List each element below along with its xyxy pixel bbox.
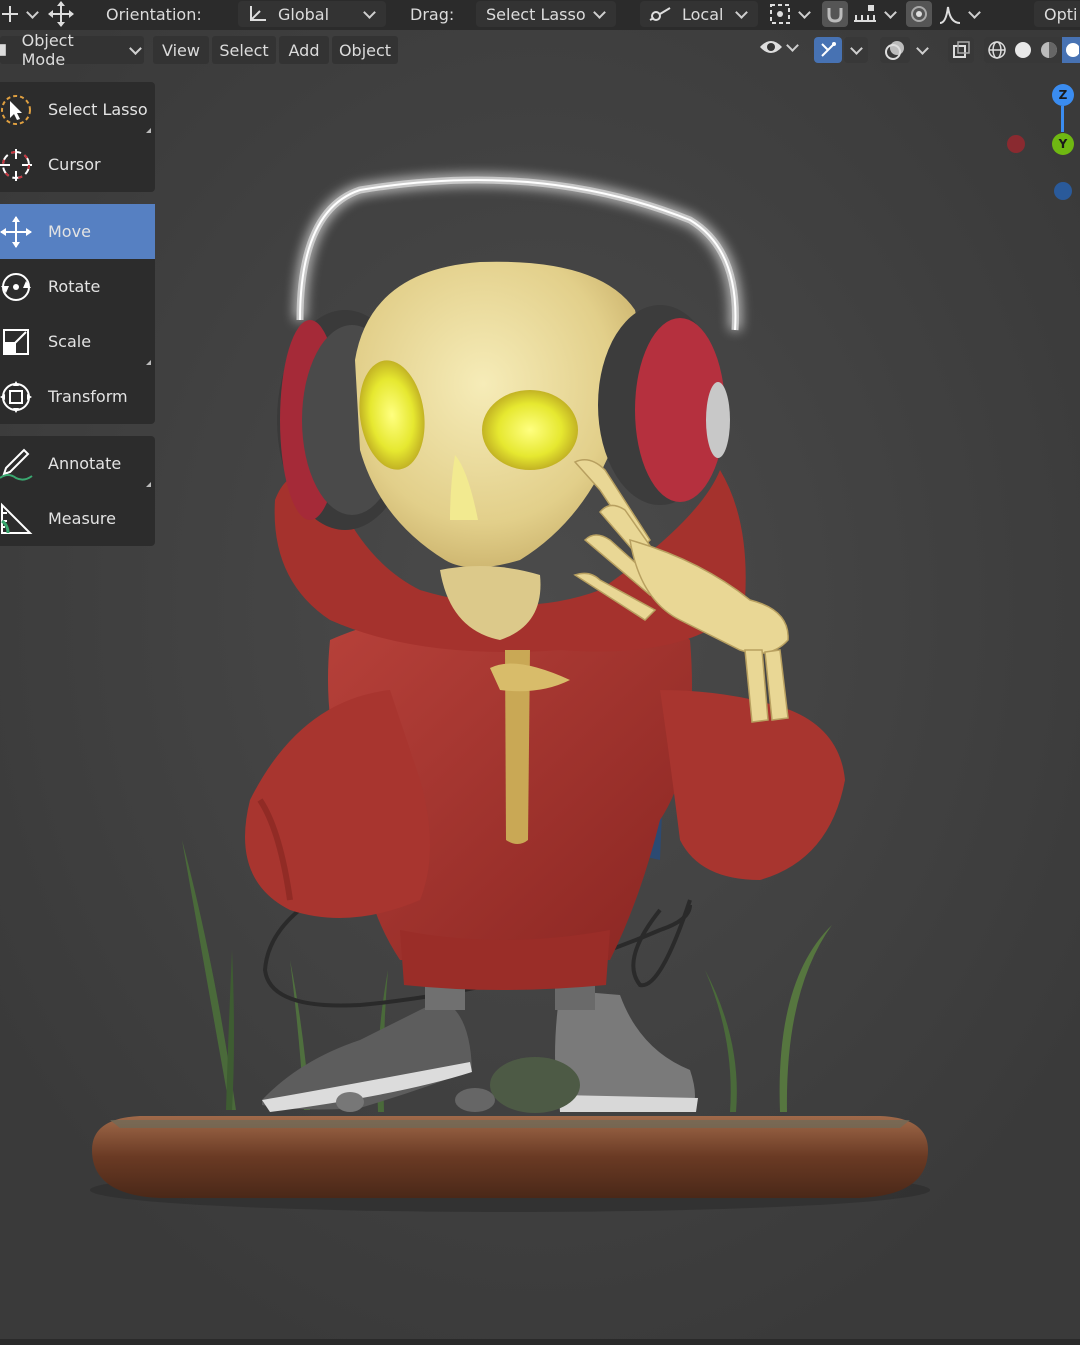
- toolbar-select-group: Select Lasso Cursor: [0, 82, 155, 192]
- tool-rotate[interactable]: Rotate: [0, 259, 155, 314]
- shading-material-button[interactable]: [1036, 37, 1062, 63]
- move-icon: [2, 6, 18, 22]
- tool-annotate[interactable]: Annotate: [0, 436, 155, 491]
- drag-value: Select Lasso: [486, 4, 586, 24]
- gizmo-neg-z-axis[interactable]: [1054, 182, 1072, 200]
- toolbar-transform-group: Move Rotate Scale Transform: [0, 204, 155, 424]
- global-axes-icon: [250, 6, 266, 21]
- falloff-curve-icon: [939, 6, 961, 24]
- snap-target-dropdown[interactable]: [768, 0, 813, 28]
- viewport-header: Object Mode View Select Add Object: [0, 31, 1080, 69]
- xray-toggle[interactable]: [948, 37, 974, 63]
- measure-icon: [0, 499, 36, 539]
- tool-label: Annotate: [48, 454, 122, 473]
- falloff-dropdown[interactable]: [938, 0, 983, 28]
- tool-label: Transform: [48, 387, 128, 406]
- shading-solid-button[interactable]: [1010, 37, 1036, 63]
- pivot-value: Local: [682, 4, 724, 24]
- tool-cursor[interactable]: Cursor: [0, 137, 155, 192]
- eye-icon: [760, 41, 782, 53]
- tool-label: Cursor: [48, 155, 101, 174]
- overlays-icon: [885, 41, 904, 60]
- menu-object[interactable]: Object: [332, 36, 398, 64]
- mode-label: Object Mode: [21, 31, 74, 69]
- interaction-mode-dropdown[interactable]: Object Mode: [0, 31, 144, 69]
- menu-add[interactable]: Add: [279, 36, 329, 64]
- snap-toggle[interactable]: [822, 0, 848, 28]
- options-dropdown[interactable]: Opti: [1034, 0, 1080, 28]
- scene-render: [0, 0, 1080, 1345]
- gizmo-y-label: Y: [1058, 137, 1068, 151]
- proportional-edit-toggle[interactable]: [906, 0, 932, 28]
- gizmo-toggle[interactable]: [814, 37, 868, 63]
- bottom-edge: [0, 1339, 1080, 1345]
- object-mode-icon: [0, 44, 6, 56]
- tool-label: Select Lasso: [48, 100, 148, 119]
- transform-orientation-icon[interactable]: [44, 0, 78, 28]
- tool-move[interactable]: Move: [0, 204, 155, 259]
- tool-label: Measure: [48, 509, 116, 528]
- transform-icon: [0, 377, 36, 417]
- gizmo-y-axis[interactable]: Y: [1052, 133, 1074, 155]
- tool-label: Scale: [48, 332, 92, 351]
- 3d-viewport[interactable]: Z Y: [0, 0, 1080, 1345]
- tool-select-lasso[interactable]: Select Lasso: [0, 82, 155, 137]
- magnet-icon: [827, 8, 843, 23]
- xray-icon: [953, 41, 970, 58]
- gizmo-z-label: Z: [1058, 88, 1068, 102]
- gizmo-z-axis[interactable]: Z: [1052, 84, 1074, 106]
- tool-label: Move: [48, 222, 91, 241]
- snap-target-icon: [770, 4, 790, 24]
- gizmo-neg-x-axis[interactable]: [1007, 135, 1025, 153]
- snap-increment-icon: [854, 5, 876, 22]
- pivot-dropdown[interactable]: Local: [640, 0, 758, 28]
- shading-wireframe-button[interactable]: [984, 37, 1010, 63]
- transform-mode-dropdown[interactable]: [0, 0, 41, 28]
- move-arrows-icon: [48, 1, 74, 27]
- orientation-dropdown[interactable]: Global: [238, 0, 386, 28]
- proportional-edit-icon: [911, 6, 927, 22]
- toolbar-annotate-group: Annotate Measure: [0, 436, 155, 546]
- move-icon: [0, 212, 36, 252]
- rendered-sphere-icon: [1066, 43, 1079, 57]
- material-sphere-icon: [1041, 42, 1057, 58]
- snap-element-dropdown[interactable]: [852, 0, 899, 28]
- drag-label: Drag:: [410, 4, 455, 24]
- gizmo-z-line: [1061, 106, 1064, 132]
- shading-modes: [984, 37, 1080, 63]
- drag-dropdown[interactable]: Select Lasso: [476, 0, 616, 28]
- tool-scale[interactable]: Scale: [0, 314, 155, 369]
- orientation-label: Orientation:: [106, 4, 202, 24]
- solid-sphere-icon: [1015, 42, 1031, 58]
- menu-select[interactable]: Select: [212, 36, 276, 64]
- overlays-toggle[interactable]: [880, 37, 931, 63]
- annotate-icon: [0, 444, 36, 484]
- tool-transform[interactable]: Transform: [0, 369, 155, 424]
- orientation-value: Global: [278, 4, 330, 24]
- gizmo-icon: [821, 42, 836, 57]
- pivot-point-icon: [649, 7, 671, 21]
- rotate-icon: [0, 267, 36, 307]
- cursor-icon: [0, 145, 36, 185]
- wireframe-sphere-icon: [988, 41, 1006, 59]
- options-label: Opti: [1044, 4, 1078, 24]
- tool-header: Orientation: Global Drag: Select Lasso L…: [0, 0, 1080, 30]
- lasso-select-icon: [0, 90, 36, 130]
- tool-measure[interactable]: Measure: [0, 491, 155, 546]
- menu-view[interactable]: View: [153, 36, 209, 64]
- tool-label: Rotate: [48, 277, 101, 296]
- shading-rendered-button[interactable]: [1062, 37, 1080, 63]
- scale-icon: [0, 322, 36, 362]
- visibility-dropdown[interactable]: [758, 37, 801, 57]
